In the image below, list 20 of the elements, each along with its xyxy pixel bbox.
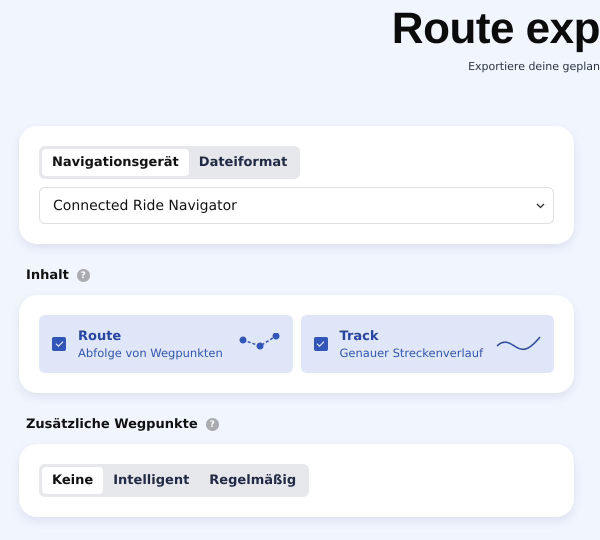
page-title: Route exp xyxy=(392,4,600,54)
option-title: Track xyxy=(340,328,380,344)
segment-option[interactable]: Regelmäßig xyxy=(199,467,306,494)
option-description: Genauer Streckenverlauf xyxy=(340,346,484,360)
option-title: Route xyxy=(78,328,122,344)
checkbox[interactable] xyxy=(52,337,66,351)
tab[interactable]: Navigationsgerät xyxy=(42,149,189,176)
section-label: Inhalt xyxy=(26,268,69,283)
content-option[interactable]: Route Abfolge von Wegpunkten xyxy=(39,315,292,373)
chevron-down-icon xyxy=(536,202,545,208)
segment-option[interactable]: Keine xyxy=(42,467,104,494)
option-description: Abfolge von Wegpunkten xyxy=(78,346,224,360)
content-option[interactable]: Track Genauer Streckenverlauf xyxy=(300,315,554,373)
tab[interactable]: Dateiformat xyxy=(188,149,298,176)
section-label: Zusätzliche Wegpunkte xyxy=(26,417,198,432)
checkbox[interactable] xyxy=(314,337,328,351)
page-subtitle: Exportiere deine geplan xyxy=(468,60,600,73)
device-select[interactable]: Connected Ride Navigator xyxy=(39,187,554,224)
segment-option[interactable]: Intelligent xyxy=(103,467,200,494)
curve-icon xyxy=(496,335,542,353)
